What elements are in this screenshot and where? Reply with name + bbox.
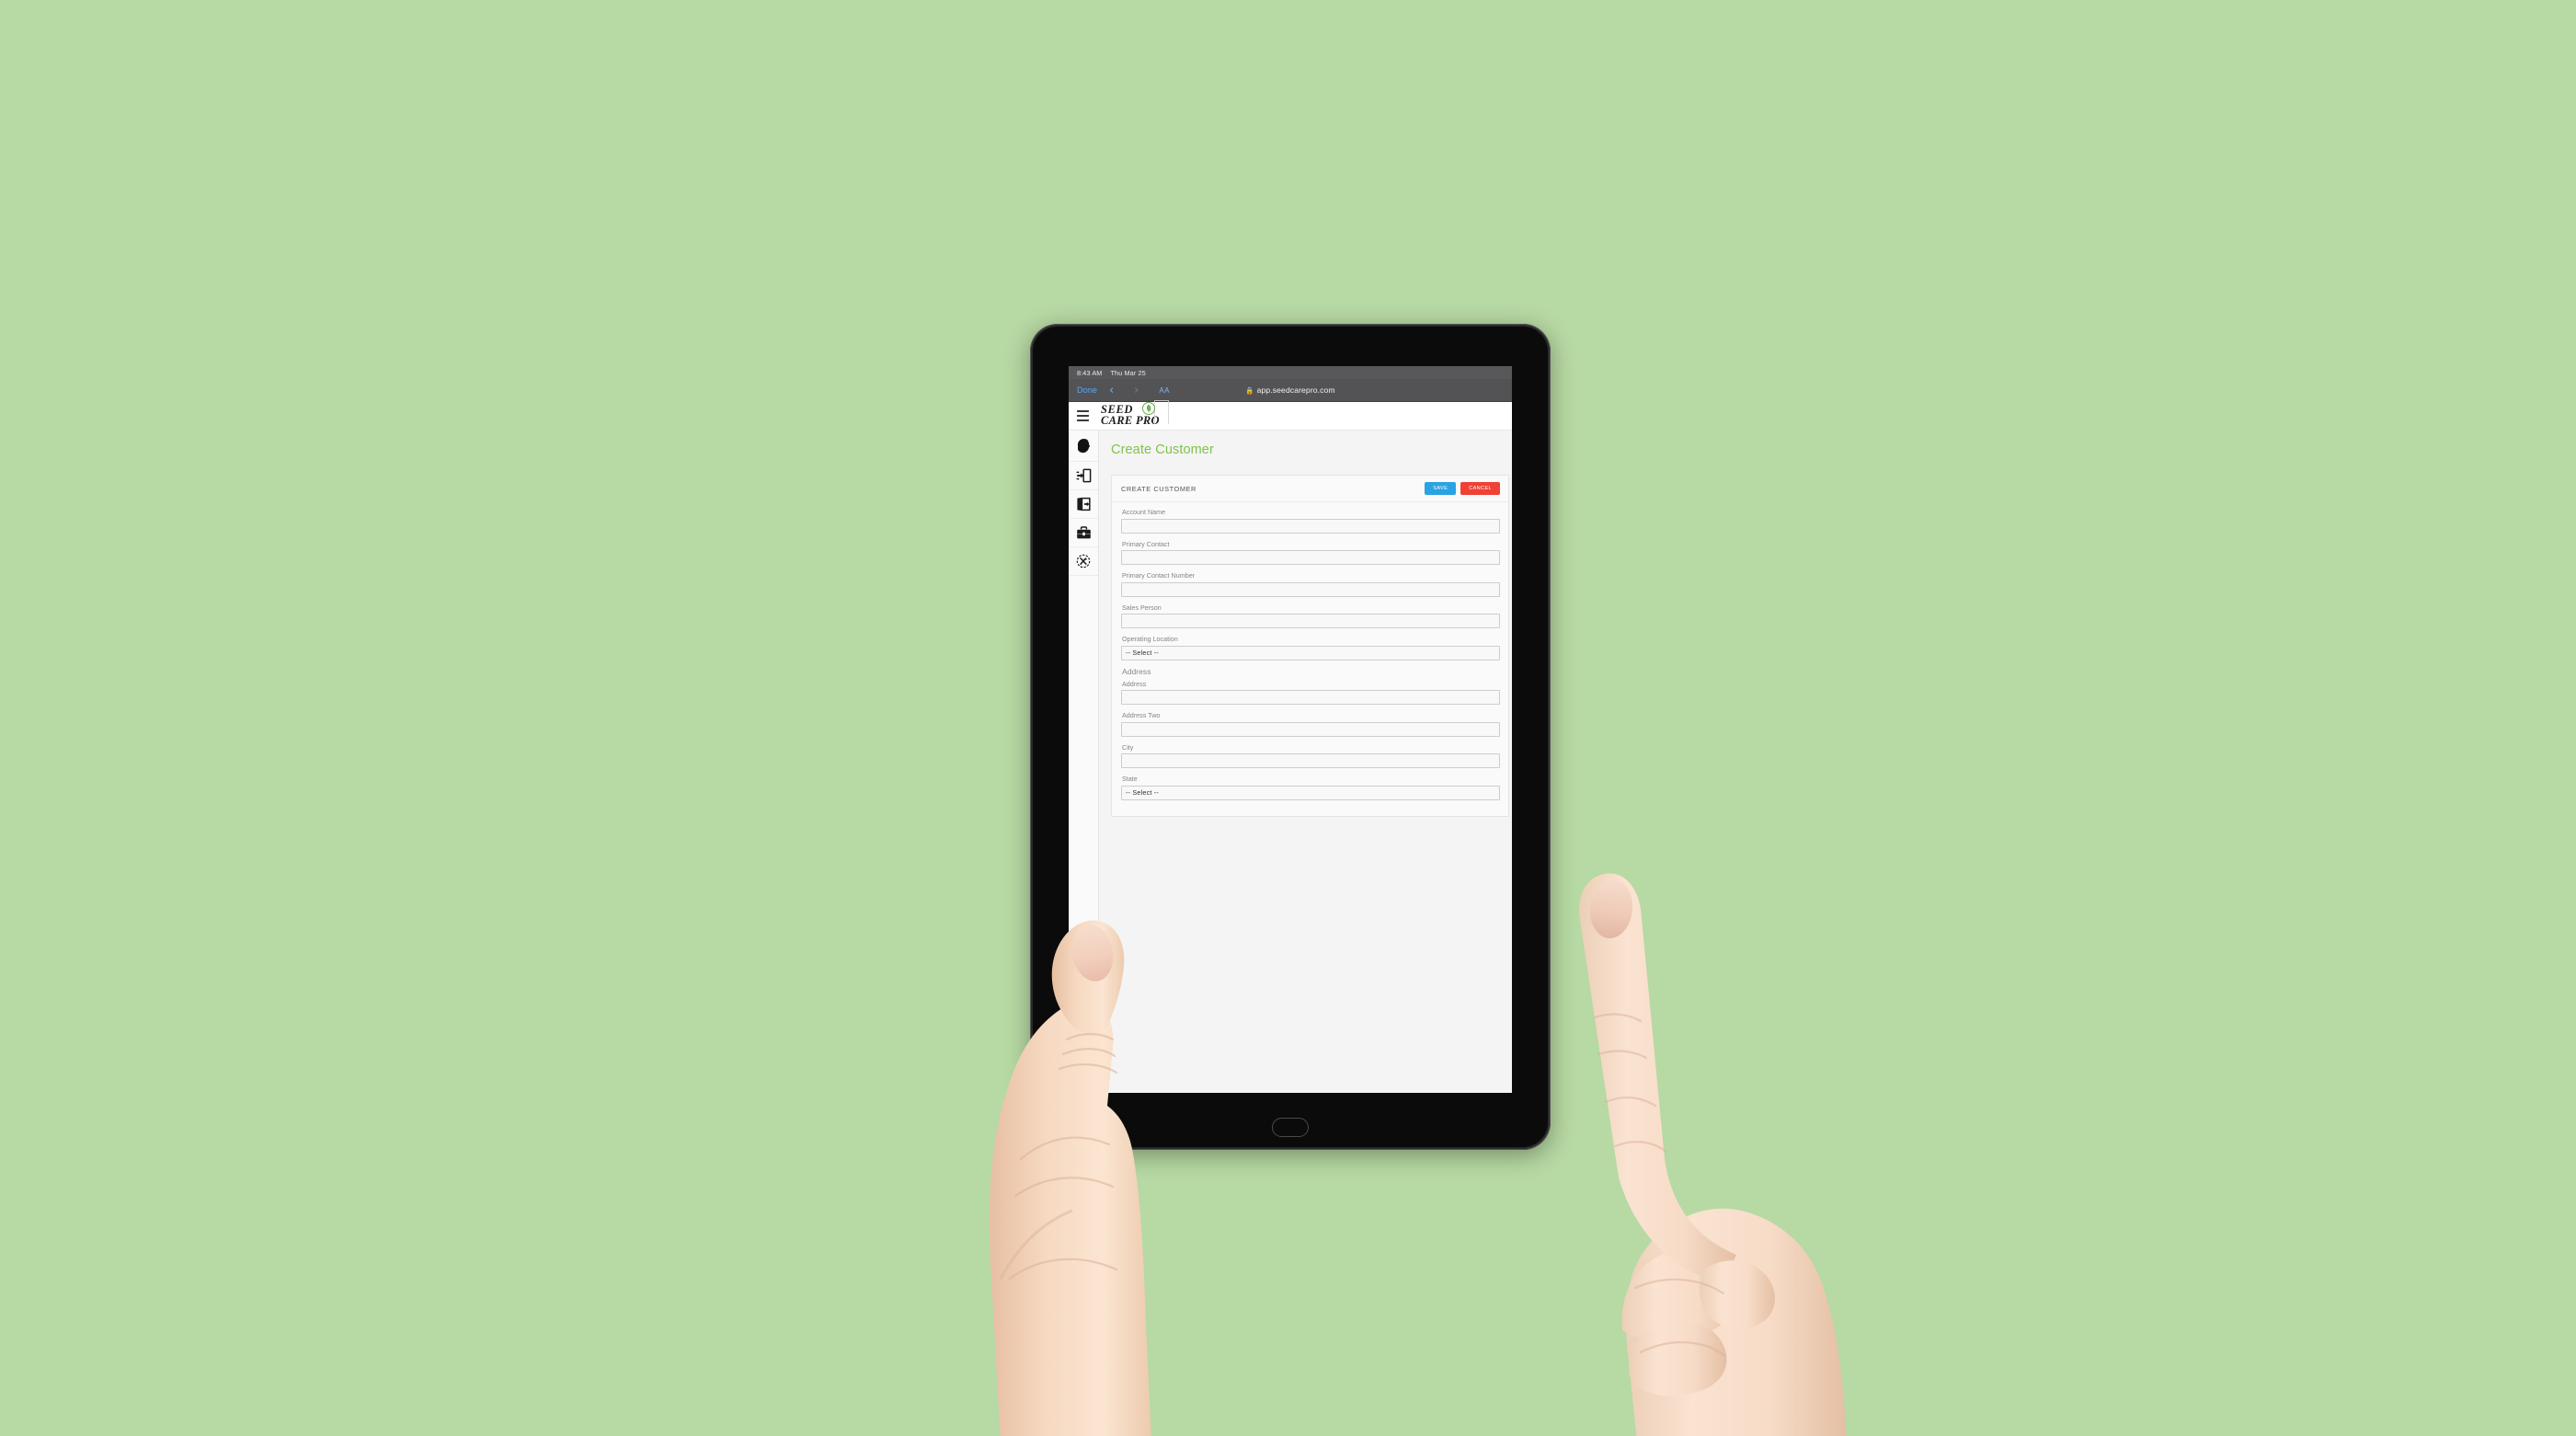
field-address: Address xyxy=(1121,679,1500,705)
done-button[interactable]: Done xyxy=(1077,385,1097,395)
label-sales-person: Sales Person xyxy=(1122,603,1162,612)
input-sales-person[interactable] xyxy=(1121,614,1500,628)
field-operating-location: Operating Location -- Select -- xyxy=(1121,635,1500,661)
field-primary-contact-number: Primary Contact Number xyxy=(1121,571,1500,597)
input-primary-contact[interactable] xyxy=(1121,550,1500,565)
export-door-icon xyxy=(1076,497,1092,511)
app-header: SEED CARE PRO xyxy=(1069,400,1512,431)
toolbox-icon xyxy=(1076,525,1092,540)
cancel-button[interactable]: CANCEL xyxy=(1460,482,1500,495)
select-state[interactable]: -- Select -- xyxy=(1121,785,1500,800)
field-primary-contact: Primary Contact xyxy=(1121,539,1500,565)
hamburger-icon[interactable] xyxy=(1077,410,1089,421)
field-account-name: Account Name xyxy=(1121,508,1500,534)
app-body: Create Customer CREATE CUSTOMER SAVE CAN… xyxy=(1069,431,1512,1093)
leaf-icon xyxy=(1142,402,1155,415)
page-title: Create Customer xyxy=(1111,442,1214,457)
input-primary-contact-number[interactable] xyxy=(1121,581,1500,597)
field-sales-person: Sales Person xyxy=(1121,603,1500,628)
forward-icon[interactable]: › xyxy=(1134,385,1139,396)
input-address-two[interactable] xyxy=(1121,721,1500,737)
logo-line-2: CARE PRO xyxy=(1101,414,1160,427)
card-actions: SAVE CANCEL xyxy=(1425,482,1500,495)
save-button[interactable]: SAVE xyxy=(1425,482,1457,495)
status-time: 8:43 AM xyxy=(1077,368,1103,377)
label-address-two: Address Two xyxy=(1122,711,1161,719)
create-customer-card: CREATE CUSTOMER SAVE CANCEL Account Name xyxy=(1111,475,1509,817)
home-button[interactable] xyxy=(1272,1118,1309,1137)
label-account-name: Account Name xyxy=(1122,508,1166,516)
card-header: CREATE CUSTOMER SAVE CANCEL xyxy=(1112,476,1508,502)
card-title: CREATE CUSTOMER xyxy=(1121,484,1196,493)
sidebar-item-profile[interactable] xyxy=(1069,431,1098,462)
select-operating-location[interactable]: -- Select -- xyxy=(1121,645,1500,661)
label-city: City xyxy=(1122,742,1134,752)
label-primary-contact: Primary Contact xyxy=(1122,539,1170,548)
sidebar-item-export[interactable] xyxy=(1069,490,1098,519)
page-content: Create Customer CREATE CUSTOMER SAVE CAN… xyxy=(1099,431,1512,1093)
field-city: City xyxy=(1121,742,1500,768)
profile-head-icon xyxy=(1076,438,1091,454)
sidebar-item-transfer[interactable] xyxy=(1069,462,1098,490)
status-date: Thu Mar 25 xyxy=(1110,368,1146,377)
back-icon[interactable]: ‹ xyxy=(1109,385,1114,396)
url-text: app.seedcarepro.com xyxy=(1256,385,1335,395)
label-address: Address xyxy=(1122,679,1147,688)
field-state: State -- Select -- xyxy=(1121,775,1500,800)
tablet-device: 8:43 AM Thu Mar 25 Done ‹ › AA 🔒 app.see… xyxy=(1030,324,1551,1150)
label-state: State xyxy=(1122,775,1138,783)
logo-decor-bracket xyxy=(1154,400,1169,424)
safari-nav-bar: Done ‹ › AA 🔒 app.seedcarepro.com xyxy=(1069,379,1512,402)
label-primary-contact-number: Primary Contact Number xyxy=(1122,571,1196,580)
label-operating-location: Operating Location xyxy=(1122,635,1178,643)
create-customer-form: Account Name Primary Contact Primary Con… xyxy=(1112,502,1508,816)
sidebar xyxy=(1069,431,1099,1093)
input-city[interactable] xyxy=(1121,753,1500,768)
app-logo: SEED CARE PRO xyxy=(1101,400,1169,427)
sidebar-item-toolbox[interactable] xyxy=(1069,519,1098,547)
text-size-icon[interactable]: AA xyxy=(1159,386,1169,395)
lock-icon: 🔒 xyxy=(1245,385,1254,395)
input-account-name[interactable] xyxy=(1121,518,1500,534)
tablet-screen: 8:43 AM Thu Mar 25 Done ‹ › AA 🔒 app.see… xyxy=(1069,366,1512,1093)
sidebar-item-settings[interactable] xyxy=(1069,547,1098,576)
input-address[interactable] xyxy=(1121,690,1500,705)
ios-status-bar: 8:43 AM Thu Mar 25 xyxy=(1069,366,1512,379)
transfer-in-icon xyxy=(1076,468,1092,483)
field-address-two: Address Two xyxy=(1121,711,1500,737)
section-title-address: Address xyxy=(1122,666,1151,676)
settings-tools-icon xyxy=(1076,554,1091,569)
hand-pointing-index-finger xyxy=(1527,856,1922,1436)
